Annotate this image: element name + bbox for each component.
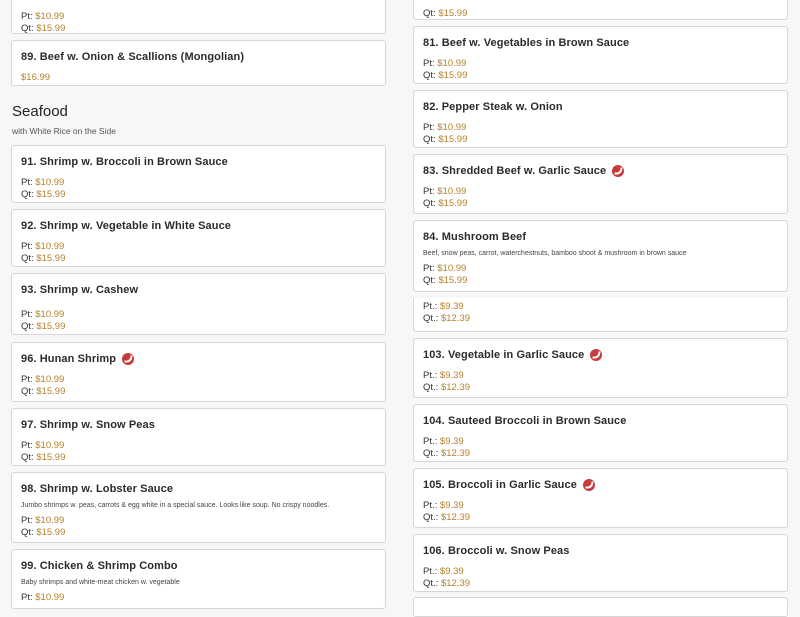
item-description: Jumbo shrimps w. peas, carrots & egg whi… [21,502,330,509]
price-quart: Qt: $15.99 [21,23,66,34]
menu-item-card[interactable]: 99. Chicken & Shrimp Combo Baby shrimps … [11,549,386,609]
price-pint: Pt.: $9.39 [423,370,464,381]
price-quart: Qt: $15.99 [21,452,66,463]
item-title: 84. Mushroom Beef [423,231,527,243]
menu-item-card[interactable]: 104. Sauteed Broccoli in Brown Sauce Pt.… [413,404,788,462]
spicy-pepper-icon [582,479,595,491]
price-quart: Qt: $15.99 [21,386,66,397]
item-title: 106. Broccoli w. Snow Peas [423,545,570,557]
menu-item-card[interactable]: 93. Shrimp w. Cashew Pt: $10.99 Qt: $15.… [11,273,386,335]
section-subtitle: with White Rice on the Side [12,126,116,136]
menu-item-card[interactable]: 96. Hunan Shrimp Pt: $10.99 Qt: $15.99 [11,342,386,402]
item-price: $16.99 [21,72,51,83]
menu-item-card[interactable]: 84. Mushroom Beef Beef, snow peas, carro… [413,220,788,292]
item-title: 92. Shrimp w. Vegetable in White Sauce [21,220,232,232]
menu-item-card[interactable]: Pt.: $9.39 Qt.: $12.39 [413,298,788,332]
price-pint: Pt: $10.99 [21,592,65,603]
item-title: 91. Shrimp w. Broccoli in Brown Sauce [21,156,228,168]
menu-item-card[interactable]: 91. Shrimp w. Broccoli in Brown Sauce Pt… [11,145,386,203]
menu-item-card[interactable]: 83. Shredded Beef w. Garlic Sauce Pt: $1… [413,154,788,214]
item-title: 98. Shrimp w. Lobster Sauce [21,483,174,495]
price-pint: Pt: $10.99 [423,186,467,197]
menu-item-card[interactable]: 89. Beef w. Onion & Scallions (Mongolian… [11,40,386,86]
price-quart: Qt.: $12.39 [423,578,471,589]
price-pint: Pt: $10.99 [423,58,467,69]
price-pint: Pt: $10.99 [21,515,65,526]
item-title: 99. Chicken & Shrimp Combo [21,560,178,572]
item-title-text: 96. Hunan Shrimp [21,353,117,365]
item-title: 103. Vegetable in Garlic Sauce [423,349,778,361]
item-title-text: 83. Shredded Beef w. Garlic Sauce [423,165,607,177]
menu-item-card[interactable]: 106. Broccoli w. Snow Peas Pt.: $9.39 Qt… [413,534,788,592]
price-pint: Pt.: $9.39 [423,500,464,511]
spicy-pepper-icon [122,353,135,365]
item-title: 105. Broccoli in Garlic Sauce [423,479,778,491]
price-quart: Qt: $15.99 [423,8,468,19]
price-pint: Pt.: $9.39 [423,566,464,577]
price-quart: Qt: $15.99 [423,134,468,145]
item-description: Beef, snow peas, carrot, waterchestnuts,… [423,250,687,257]
menu-item-card[interactable]: 98. Shrimp w. Lobster Sauce Jumbo shrimp… [11,472,386,543]
price-pint: Pt: $10.99 [21,374,65,385]
price-pint: Pt: $10.99 [21,309,65,320]
price-quart: Qt: $15.99 [21,321,66,332]
menu-item-card[interactable] [413,597,788,617]
price-pint: Pt: $10.99 [21,241,65,252]
menu-item-card[interactable]: 105. Broccoli in Garlic Sauce Pt.: $9.39… [413,468,788,528]
price-quart: Qt.: $12.39 [423,382,471,393]
price-quart: Qt.: $12.39 [423,313,471,324]
menu-item-card[interactable]: 103. Vegetable in Garlic Sauce Pt.: $9.3… [413,338,788,398]
item-description: Baby shrimps and white-meat chicken w. v… [21,579,180,586]
price-quart: Qt: $15.99 [21,527,66,538]
item-title: 104. Sauteed Broccoli in Brown Sauce [423,415,627,427]
item-title: 89. Beef w. Onion & Scallions (Mongolian… [21,51,245,63]
price-quart: Qt: $15.99 [21,189,66,200]
price-quart: Qt.: $12.39 [423,448,471,459]
item-title: 97. Shrimp w. Snow Peas [21,419,155,431]
menu-item-card[interactable]: Pt: $10.99 Qt: $15.99 [11,0,386,34]
price-pint: Pt.: $9.39 [423,301,464,312]
item-title: 81. Beef w. Vegetables in Brown Sauce [423,37,630,49]
section-title: Seafood [12,103,68,120]
price-quart: Qt: $15.99 [423,198,468,209]
menu-item-card[interactable]: 82. Pepper Steak w. Onion Pt: $10.99 Qt:… [413,90,788,148]
spicy-pepper-icon [590,349,603,361]
left-menu-column: Pt: $10.99 Qt: $15.99 89. Beef w. Onion … [11,0,386,609]
price-quart: Qt: $15.99 [21,253,66,264]
item-title-text: 105. Broccoli in Garlic Sauce [423,479,577,491]
price-pint: Pt: $10.99 [423,263,467,274]
menu-item-card[interactable]: 92. Shrimp w. Vegetable in White Sauce P… [11,209,386,267]
item-title: 82. Pepper Steak w. Onion [423,101,563,113]
menu-item-card[interactable]: 81. Beef w. Vegetables in Brown Sauce Pt… [413,26,788,84]
price-quart: Qt: $15.99 [423,70,468,81]
menu-item-card[interactable]: Qt: $15.99 [413,0,788,20]
item-title-text: 103. Vegetable in Garlic Sauce [423,349,585,361]
menu-item-card[interactable]: 97. Shrimp w. Snow Peas Pt: $10.99 Qt: $… [11,408,386,466]
price-pint: Pt: $10.99 [21,11,65,22]
price-pint: Pt: $10.99 [423,122,467,133]
price-quart: Qt.: $12.39 [423,512,471,523]
price-quart: Qt: $15.99 [423,275,468,286]
seafood-section-header: Seafood with White Rice on the Side [12,103,116,136]
price-pint: Pt.: $9.39 [423,436,464,447]
price-pint: Pt: $10.99 [21,440,65,451]
item-title: 93. Shrimp w. Cashew [21,284,139,296]
item-title: 96. Hunan Shrimp [21,353,376,365]
spicy-pepper-icon [612,165,625,177]
right-menu-column: Qt: $15.99 81. Beef w. Vegetables in Bro… [413,0,788,617]
item-title: 83. Shredded Beef w. Garlic Sauce [423,165,778,177]
price-pint: Pt: $10.99 [21,177,65,188]
